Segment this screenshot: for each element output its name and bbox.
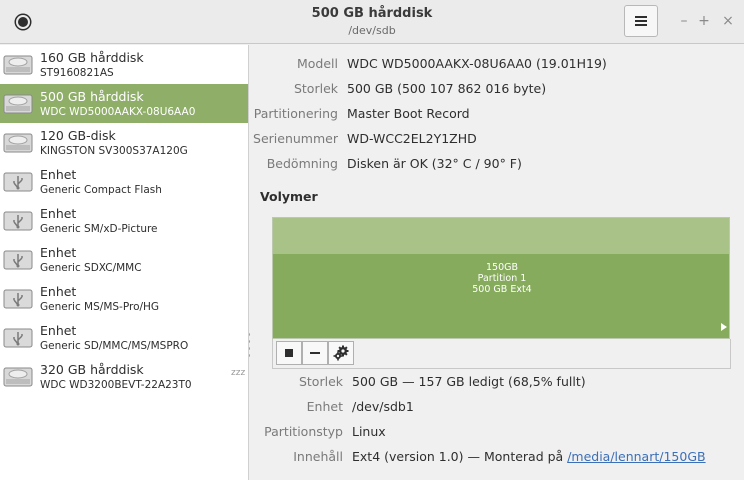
device-item[interactable]: Enhet Generic SDXC/MMC (0, 240, 248, 279)
vol-contents-value: Ext4 (version 1.0) — Monterad på /media/… (352, 449, 706, 464)
delete-partition-button[interactable] (302, 341, 328, 365)
close-button[interactable]: × (720, 12, 736, 30)
partitioning-label: Partitionering (253, 106, 338, 121)
partition-type: 500 GB Ext4 (472, 284, 532, 295)
minus-icon (310, 352, 320, 354)
sleep-indicator-icon: zzz (231, 368, 246, 378)
device-model: Generic Compact Flash (40, 184, 162, 196)
usb-icon (3, 172, 33, 192)
device-name: Enhet (40, 245, 77, 260)
vol-parttype-label: Partitionstyp (264, 424, 343, 439)
minimize-button[interactable]: – (676, 12, 692, 30)
device-item[interactable]: Enhet Generic SD/MMC/MS/MSPRO (0, 318, 248, 357)
vol-device-label: Enhet (306, 399, 343, 414)
device-name: Enhet (40, 284, 77, 299)
device-item[interactable]: 320 GB hårddisk WDC WD3200BEVT-22A23T0 (0, 357, 248, 396)
info-row: Partitionering (250, 106, 338, 124)
usb-icon (3, 328, 33, 348)
device-item-selected[interactable]: 500 GB hårddisk WDC WD5000AAKX-08U6AA0 (0, 84, 248, 123)
play-icon (721, 323, 727, 331)
info-row: Storlek (250, 374, 343, 392)
partition-highlight (273, 218, 729, 254)
device-item[interactable]: Enhet Generic Compact Flash (0, 162, 248, 201)
serial-value: WD-WCC2EL2Y1ZHD (347, 131, 477, 146)
usb-icon (3, 250, 33, 270)
device-name: Enhet (40, 167, 77, 182)
unmount-button[interactable] (276, 341, 302, 365)
device-sidebar: 160 GB hårddisk ST9160821AS 500 GB hårdd… (0, 45, 249, 480)
device-item[interactable]: 160 GB hårddisk ST9160821AS (0, 45, 248, 84)
partitioning-value: Master Boot Record (347, 106, 470, 121)
device-item[interactable]: Enhet Generic SM/xD-Picture (0, 201, 248, 240)
vol-parttype-value: Linux (352, 424, 386, 439)
device-model: WDC WD3200BEVT-22A23T0 (40, 379, 192, 391)
device-name: 120 GB-disk (40, 128, 116, 143)
vol-device-value: /dev/sdb1 (352, 399, 414, 414)
serial-label: Serienummer (253, 131, 338, 146)
hard-disk-icon (3, 94, 33, 114)
main-panel: Modell WDC WD5000AAKX-08U6AA0 (19.01H19)… (250, 45, 744, 480)
stop-icon (285, 349, 293, 357)
partition-label: 150GB Partition 1 500 GB Ext4 (273, 262, 729, 295)
volumes-heading: Volymer (260, 189, 318, 204)
maximize-button[interactable]: + (696, 12, 712, 30)
info-row: Storlek (250, 81, 338, 99)
hard-disk-icon (3, 367, 33, 387)
device-name: Enhet (40, 206, 77, 221)
partition-number: Partition 1 (477, 273, 527, 284)
info-row: Bedömning (250, 156, 338, 174)
menu-button[interactable] (624, 5, 658, 37)
hard-disk-icon (3, 55, 33, 75)
device-model: KINGSTON SV300S37A120G (40, 145, 188, 157)
info-row: Serienummer (250, 131, 338, 149)
device-model: ST9160821AS (40, 67, 114, 79)
info-row: Enhet (250, 399, 343, 417)
device-name: 160 GB hårddisk (40, 50, 144, 65)
assessment-value: Disken är OK (32° C / 90° F) (347, 156, 522, 171)
header-bar: 500 GB hårddisk /dev/sdb – + × (0, 0, 744, 44)
device-model: Generic SDXC/MMC (40, 262, 142, 274)
device-item[interactable]: 120 GB-disk KINGSTON SV300S37A120G (0, 123, 248, 162)
device-model: Generic MS/MS-Pro/HG (40, 301, 160, 313)
partition-map[interactable]: 150GB Partition 1 500 GB Ext4 (272, 217, 730, 339)
hard-disk-icon (3, 133, 33, 153)
device-item[interactable]: Enhet Generic MS/MS-Pro/HG (0, 279, 248, 318)
device-name: 320 GB hårddisk (40, 362, 144, 377)
device-name: Enhet (40, 323, 77, 338)
usb-icon (3, 211, 33, 231)
mount-point-link[interactable]: /media/lennart/150GB (567, 449, 705, 464)
size-label: Storlek (293, 81, 338, 96)
vol-size-label: Storlek (298, 374, 343, 389)
contents-text: Ext4 (version 1.0) — Monterad på (352, 449, 568, 464)
assessment-label: Bedömning (266, 156, 338, 171)
usb-icon (3, 289, 33, 309)
device-name: 500 GB hårddisk (40, 89, 144, 104)
info-row: Modell (250, 56, 338, 74)
hamburger-icon (635, 16, 647, 26)
partition-name: 150GB (485, 262, 518, 273)
device-model: Generic SM/xD-Picture (40, 223, 158, 235)
gears-icon (333, 345, 349, 361)
device-model: WDC WD5000AAKX-08U6AA0 (40, 106, 196, 118)
size-value: 500 GB (500 107 862 016 byte) (347, 81, 547, 96)
device-model: Generic SD/MMC/MS/MSPRO (40, 340, 189, 352)
vol-size-value: 500 GB — 157 GB ledigt (68,5% fullt) (352, 374, 586, 389)
model-label: Modell (296, 56, 338, 71)
partition-settings-button[interactable] (328, 341, 354, 365)
info-row: Innehåll (250, 449, 343, 467)
volume-toolbar (272, 339, 731, 369)
vol-contents-label: Innehåll (293, 449, 343, 464)
model-value: WDC WD5000AAKX-08U6AA0 (19.01H19) (347, 56, 607, 71)
info-row: Partitionstyp (250, 424, 343, 442)
